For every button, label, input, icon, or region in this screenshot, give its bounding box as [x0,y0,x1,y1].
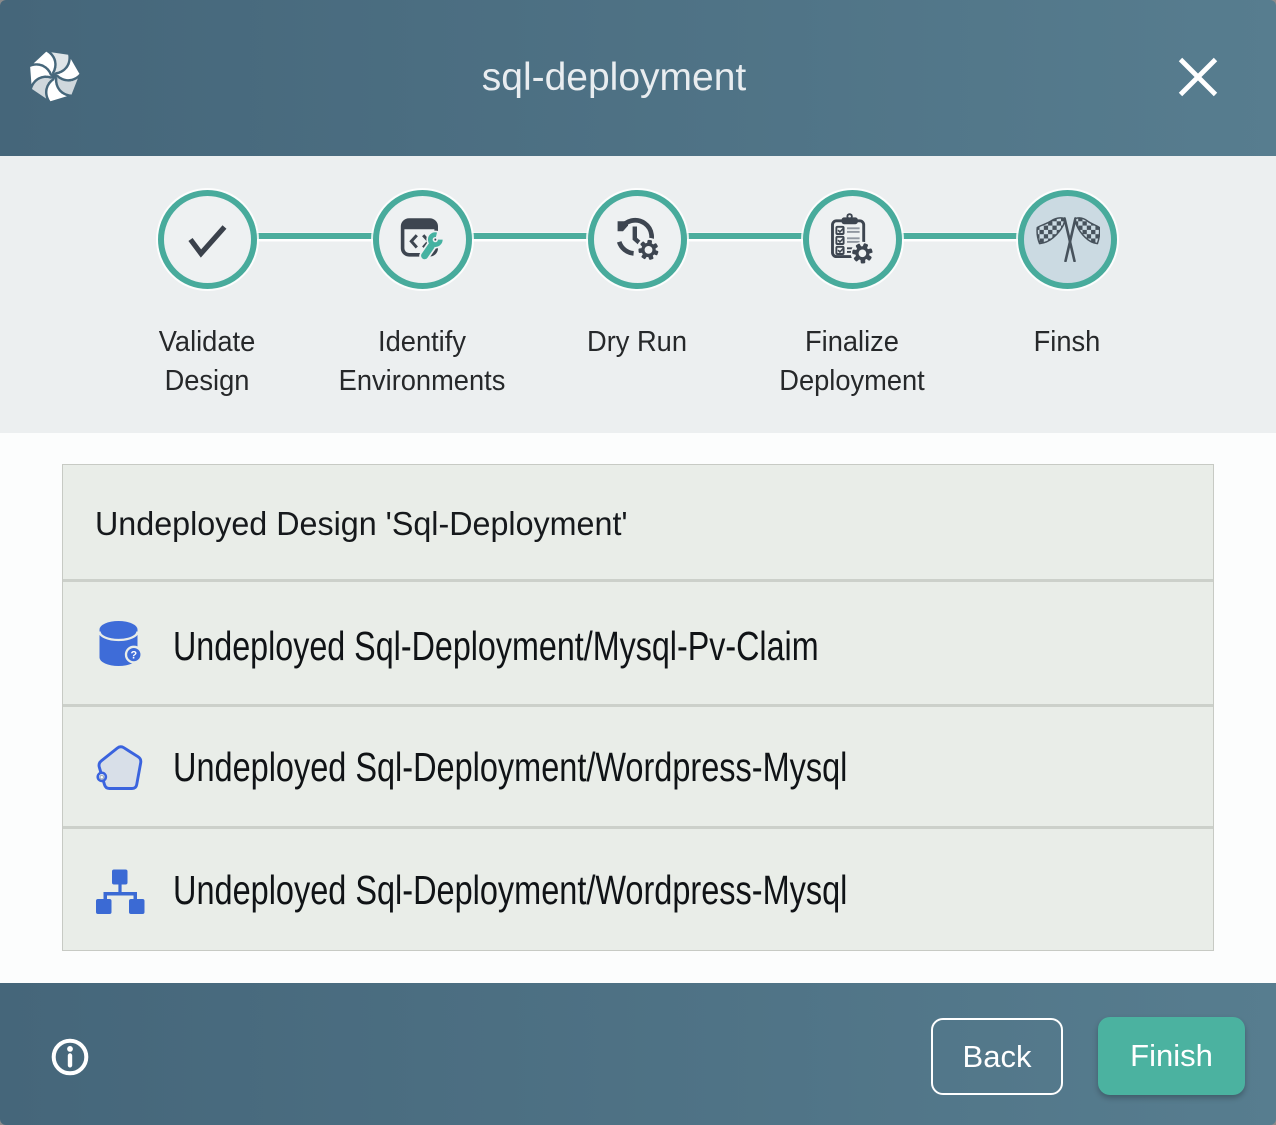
svg-text:?: ? [130,649,137,661]
